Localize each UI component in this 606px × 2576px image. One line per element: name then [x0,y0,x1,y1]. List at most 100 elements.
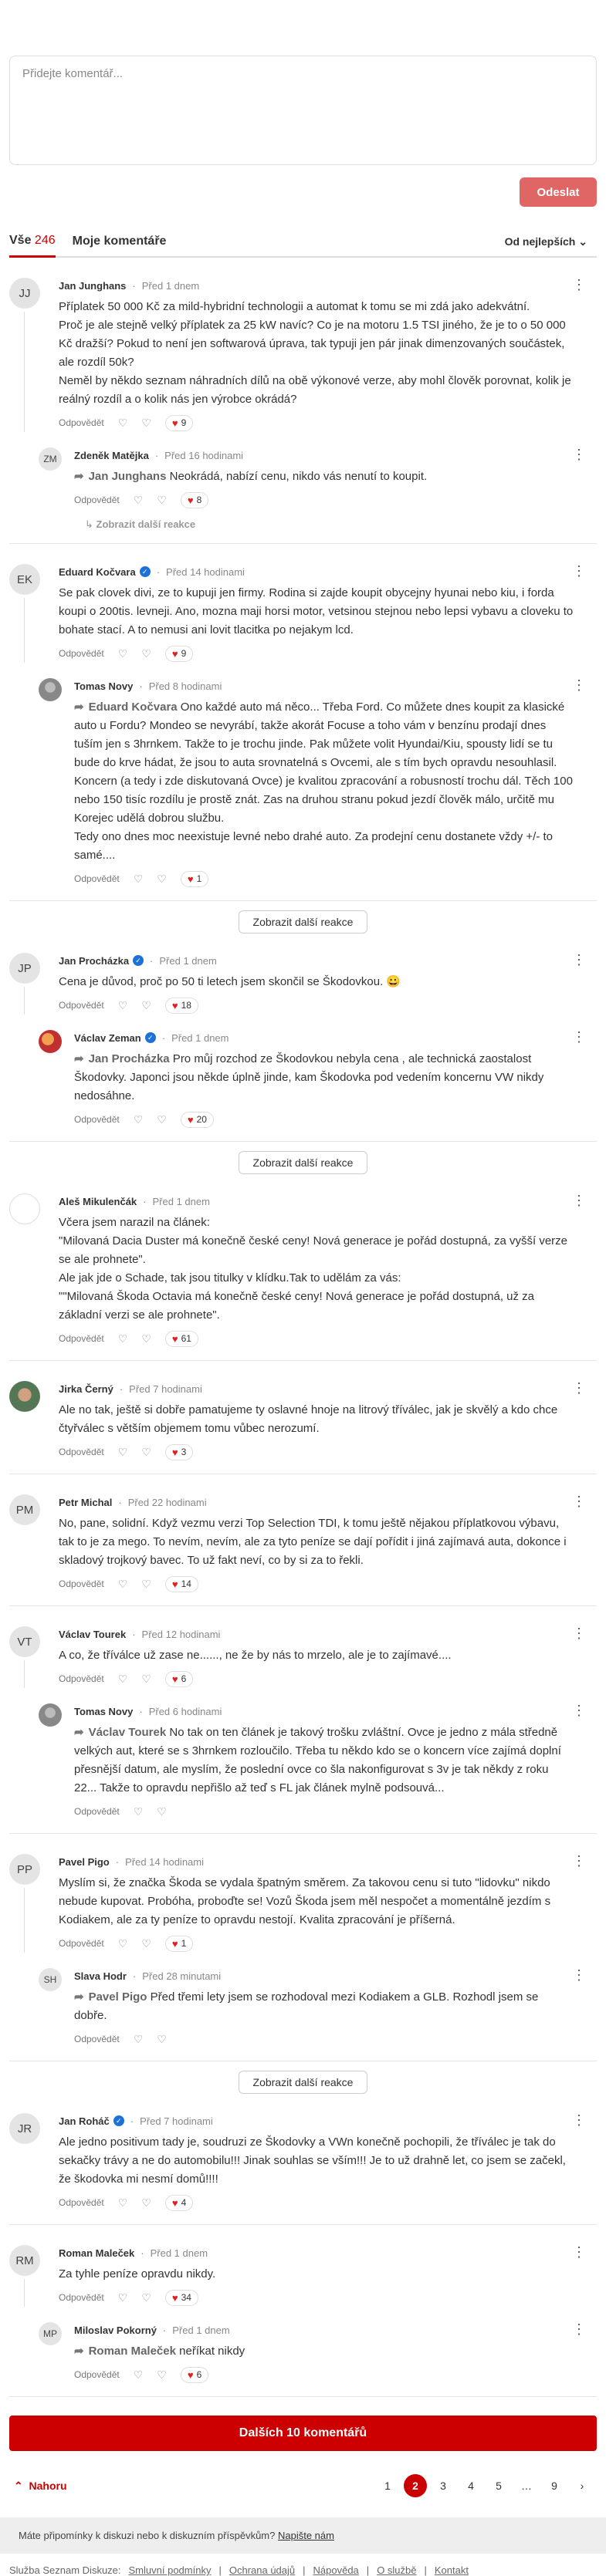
footer-link[interactable]: Kontakt [435,2564,469,2576]
page-link[interactable]: 9 [543,2474,566,2497]
reply-link[interactable]: Odpovědět [59,417,104,428]
author-name[interactable]: Václav Tourek [59,1629,126,1640]
more-options-icon[interactable]: ⋮ [572,1494,586,1508]
author-name[interactable]: Tomas Novy [74,680,133,692]
reaction-count[interactable]: ♥ 1 [180,870,209,887]
reaction-count[interactable]: ♥ 20 [180,1111,214,1128]
like-icon[interactable]: ♡ [141,1578,151,1591]
dislike-icon[interactable]: ♡ [118,1937,128,1950]
reaction-count[interactable]: ♥ 18 [164,997,198,1014]
more-options-icon[interactable]: ⋮ [572,1193,586,1207]
page-link[interactable]: 5 [487,2474,510,2497]
more-options-icon[interactable]: ⋮ [572,2113,586,2127]
author-name[interactable]: Aleš Mikulenčák [59,1196,137,1207]
page-link[interactable]: 4 [459,2474,482,2497]
more-options-icon[interactable]: ⋮ [572,2245,586,2259]
dislike-icon[interactable]: ♡ [118,2196,128,2210]
author-name[interactable]: Slava Hodr [74,1970,127,1982]
feedback-link[interactable]: Napište nám [278,2530,334,2541]
like-icon[interactable]: ♡ [157,873,167,886]
reaction-count[interactable]: ♥ 6 [180,2366,209,2383]
author-name[interactable]: Jan Junghans [59,280,126,292]
reaction-count[interactable]: ♥ 14 [164,1575,198,1592]
page-link[interactable]: 1 [376,2474,399,2497]
more-options-icon[interactable]: ⋮ [572,1030,586,1044]
more-options-icon[interactable]: ⋮ [572,1381,586,1395]
author-name[interactable]: Petr Michal [59,1497,112,1508]
back-to-top-link[interactable]: ⌃ Nahoru [9,2480,67,2493]
show-more-reactions-button[interactable]: Zobrazit další reakce [238,910,368,934]
dislike-icon[interactable]: ♡ [118,417,128,430]
like-icon[interactable]: ♡ [141,999,151,1012]
footer-link[interactable]: Nápověda [313,2564,359,2576]
like-icon[interactable]: ♡ [157,2368,167,2382]
author-name[interactable]: Jirka Černý [59,1383,113,1395]
reply-link[interactable]: Odpovědět [59,1938,104,1949]
more-options-icon[interactable]: ⋮ [572,1703,586,1717]
mention[interactable]: ➦ Pavel Pigo [74,1990,147,2004]
dislike-icon[interactable]: ♡ [134,494,144,507]
mention[interactable]: ➦ Jan Junghans [74,470,166,483]
reaction-count[interactable]: ♥ 8 [180,491,209,508]
more-options-icon[interactable]: ⋮ [572,564,586,578]
more-options-icon[interactable]: ⋮ [572,278,586,292]
reply-link[interactable]: Odpovědět [74,2369,120,2380]
more-options-icon[interactable]: ⋮ [572,1626,586,1640]
reply-link[interactable]: Odpovědět [59,1333,104,1344]
mention[interactable]: ➦ Roman Maleček [74,2345,176,2358]
like-icon[interactable]: ♡ [141,1332,151,1345]
author-name[interactable]: Eduard Kočvara [59,566,136,578]
author-name[interactable]: Tomas Novy [74,1706,133,1717]
author-name[interactable]: Zdeněk Matějka [74,450,149,461]
like-icon[interactable]: ♡ [141,2291,151,2304]
more-options-icon[interactable]: ⋮ [572,2322,586,2336]
footer-link[interactable]: O službě [377,2564,416,2576]
author-name[interactable]: Jan Roháč [59,2115,110,2127]
page-link[interactable]: 2 [404,2474,427,2497]
show-more-reactions-link[interactable]: Zobrazit další reakce [85,518,597,531]
more-options-icon[interactable]: ⋮ [572,447,586,461]
more-options-icon[interactable]: ⋮ [572,1854,586,1868]
reply-link[interactable]: Odpovědět [74,1114,120,1125]
footer-link[interactable]: Ochrana údajů [229,2564,295,2576]
author-name[interactable]: Miloslav Pokorný [74,2324,157,2336]
footer-link[interactable]: Smluvní podmínky [129,2564,212,2576]
reply-link[interactable]: Odpovědět [74,873,120,884]
like-icon[interactable]: ♡ [141,2196,151,2210]
dislike-icon[interactable]: ♡ [118,1578,128,1591]
reaction-count[interactable]: ♥ 4 [164,2194,194,2211]
reaction-count[interactable]: ♥ 6 [164,1670,194,1687]
author-name[interactable]: Jan Procházka [59,955,129,967]
reaction-count[interactable]: ♥ 3 [164,1443,194,1460]
like-icon[interactable]: ♡ [141,1937,151,1950]
like-icon[interactable]: ♡ [157,1805,167,1818]
dislike-icon[interactable]: ♡ [134,1113,144,1126]
like-icon[interactable]: ♡ [157,494,167,507]
more-options-icon[interactable]: ⋮ [572,1968,586,1982]
like-icon[interactable]: ♡ [141,1446,151,1459]
dislike-icon[interactable]: ♡ [118,1332,128,1345]
next-page-icon[interactable]: › [570,2474,594,2497]
reply-link[interactable]: Odpovědět [74,1806,120,1817]
reaction-count[interactable]: ♥ 1 [164,1935,194,1952]
dislike-icon[interactable]: ♡ [134,1805,144,1818]
like-icon[interactable]: ♡ [157,1113,167,1126]
reply-link[interactable]: Odpovědět [59,1447,104,1457]
reaction-count[interactable]: ♥ 61 [164,1330,198,1347]
reply-link[interactable]: Odpovědět [59,1673,104,1684]
dislike-icon[interactable]: ♡ [118,999,128,1012]
reaction-count[interactable]: ♥ 9 [164,645,194,662]
reply-link[interactable]: Odpovědět [59,1578,104,1589]
like-icon[interactable]: ♡ [141,647,151,660]
mention[interactable]: ➦ Jan Procházka [74,1052,170,1065]
dislike-icon[interactable]: ♡ [134,2368,144,2382]
reply-link[interactable]: Odpovědět [74,2034,120,2044]
author-name[interactable]: Václav Zeman [74,1032,141,1044]
dislike-icon[interactable]: ♡ [134,2033,144,2046]
reply-link[interactable]: Odpovědět [59,2197,104,2208]
send-button[interactable]: Odeslat [520,177,597,207]
reply-link[interactable]: Odpovědět [59,1000,104,1011]
sort-dropdown[interactable]: Od nejlepších ⌄ [505,235,587,248]
dislike-icon[interactable]: ♡ [118,647,128,660]
reply-link[interactable]: Odpovědět [59,648,104,659]
